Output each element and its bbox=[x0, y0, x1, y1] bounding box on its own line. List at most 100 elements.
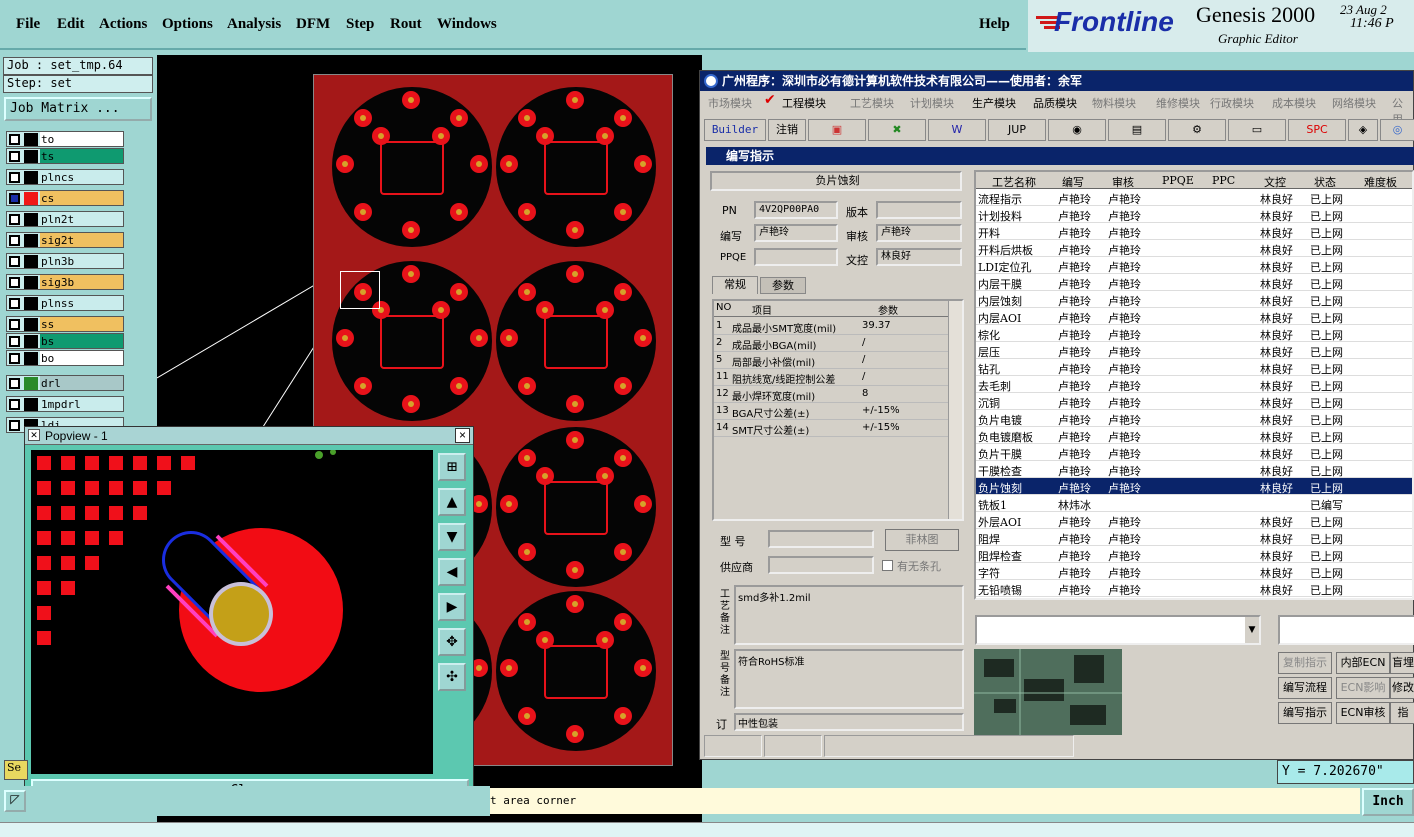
module-10[interactable]: 网络模块 bbox=[1332, 95, 1376, 111]
grid-row[interactable]: 流程指示 卢艳玲 卢艳玲 林良好 已上网 bbox=[976, 189, 1412, 206]
builder-button[interactable]: Builder bbox=[704, 119, 766, 141]
params-row[interactable]: 12 最小焊环宽度(mil) 8 bbox=[714, 386, 948, 403]
settings-icon[interactable]: ⚙ bbox=[1168, 119, 1226, 141]
close-icon[interactable]: × bbox=[455, 428, 470, 443]
layer-row-pln3b[interactable]: pln3b bbox=[6, 253, 124, 269]
combo-right[interactable] bbox=[1278, 615, 1414, 645]
params-row[interactable]: 2 成品最小BGA(mil) / bbox=[714, 335, 948, 352]
layer-row-cs[interactable]: cs bbox=[6, 190, 124, 206]
layer-checkbox[interactable] bbox=[9, 378, 20, 389]
params-row[interactable]: 1 成品最小SMT宽度(mil) 39.37 bbox=[714, 318, 948, 335]
action-button-6[interactable]: 编写指示 bbox=[1278, 702, 1332, 724]
action-button-4[interactable]: ECN影响 bbox=[1336, 677, 1390, 699]
grid-row[interactable]: 开料 卢艳玲 卢艳玲 林良好 已上网 bbox=[976, 223, 1412, 240]
grid-header-cell[interactable]: 工艺名称 bbox=[992, 174, 1036, 190]
grid-row[interactable]: 负片蚀刻 卢艳玲 卢艳玲 林良好 已上网 bbox=[976, 478, 1412, 495]
action-button-3[interactable]: 编写流程 bbox=[1278, 677, 1332, 699]
layer-checkbox[interactable] bbox=[9, 319, 20, 330]
writer-field[interactable]: 卢艳玲 bbox=[754, 224, 838, 242]
supplier-field[interactable] bbox=[768, 556, 874, 574]
grid-header-cell[interactable]: 文控 bbox=[1264, 174, 1286, 190]
layer-checkbox[interactable] bbox=[9, 336, 20, 347]
layer-checkbox[interactable] bbox=[9, 277, 20, 288]
layer-checkbox[interactable] bbox=[9, 235, 20, 246]
layer-checkbox[interactable] bbox=[9, 256, 20, 267]
grid-header-cell[interactable]: 状态 bbox=[1314, 174, 1336, 190]
module-9[interactable]: 成本模块 bbox=[1272, 95, 1316, 111]
layer-checkbox[interactable] bbox=[9, 134, 20, 145]
module-3[interactable]: 计划模块 bbox=[910, 95, 954, 111]
layer-row-to[interactable]: to bbox=[6, 131, 124, 147]
combo-left[interactable]: ▼ bbox=[975, 615, 1261, 645]
grid-header-cell[interactable]: 审核 bbox=[1112, 174, 1134, 190]
printer-icon[interactable]: ▭ bbox=[1228, 119, 1286, 141]
menu-analysis[interactable]: Analysis bbox=[227, 16, 281, 33]
action-button-1[interactable]: 内部ECN bbox=[1336, 652, 1390, 674]
tab-general[interactable]: 常规 bbox=[712, 276, 758, 294]
zoom-out-icon[interactable]: ✣ bbox=[438, 663, 466, 691]
zoom-in-icon[interactable]: ✥ bbox=[438, 628, 466, 656]
menu-step[interactable]: Step bbox=[346, 16, 374, 33]
layer-row-bo[interactable]: bo bbox=[6, 350, 124, 366]
excel-icon[interactable]: ✖ bbox=[868, 119, 926, 141]
model-field[interactable] bbox=[768, 530, 874, 548]
layer-checkbox[interactable] bbox=[9, 353, 20, 364]
layer-checkbox[interactable] bbox=[9, 214, 20, 225]
grid-header-cell[interactable]: PPC bbox=[1212, 174, 1235, 187]
module-7[interactable]: 维修模块 bbox=[1156, 95, 1200, 111]
grid-row[interactable]: 负片干膜 卢艳玲 卢艳玲 林良好 已上网 bbox=[976, 444, 1412, 461]
view-eye-icon[interactable]: ◉ bbox=[1048, 119, 1106, 141]
module-2[interactable]: 工艺模块 bbox=[850, 95, 894, 111]
version-field[interactable] bbox=[876, 201, 962, 219]
process-name-field[interactable]: 负片蚀刻 bbox=[710, 171, 962, 191]
menu-file[interactable]: File bbox=[16, 16, 40, 33]
layer-row-1mpdrl[interactable]: 1mpdrl bbox=[6, 396, 124, 412]
ppt-icon[interactable]: ▣ bbox=[808, 119, 866, 141]
module-1[interactable]: 工程模块 bbox=[782, 95, 826, 111]
grid-row[interactable]: 层压 卢艳玲 卢艳玲 林良好 已上网 bbox=[976, 342, 1412, 359]
grid-row[interactable]: 外层AOI 卢艳玲 卢艳玲 林良好 已上网 bbox=[976, 512, 1412, 529]
grid-row[interactable]: 负片电镀 卢艳玲 卢艳玲 林良好 已上网 bbox=[976, 410, 1412, 427]
ppqe-field[interactable] bbox=[754, 248, 838, 266]
action-button-8[interactable]: 指 bbox=[1390, 702, 1414, 724]
order-note-field[interactable]: 中性包装 bbox=[734, 713, 964, 731]
spc-button[interactable]: SPC bbox=[1288, 119, 1346, 141]
action-button-5[interactable]: 修改 bbox=[1390, 677, 1414, 699]
pan-left-icon[interactable]: ◀ bbox=[438, 558, 466, 586]
grid-row[interactable]: 内层蚀刻 卢艳玲 卢艳玲 林良好 已上网 bbox=[976, 291, 1412, 308]
module-0[interactable]: 市场模块 bbox=[708, 95, 752, 111]
module-8[interactable]: 行政模块 bbox=[1210, 95, 1254, 111]
grid-row[interactable]: 棕化 卢艳玲 卢艳玲 林良好 已上网 bbox=[976, 325, 1412, 342]
grid-row[interactable]: 干膜检查 卢艳玲 卢艳玲 林良好 已上网 bbox=[976, 461, 1412, 478]
process-note-field[interactable]: smd多补1.2mil bbox=[734, 585, 964, 645]
layer-checkbox[interactable] bbox=[9, 151, 20, 162]
layer-checkbox[interactable] bbox=[9, 193, 20, 204]
grid-row[interactable]: 沉铜 卢艳玲 卢艳玲 林良好 已上网 bbox=[976, 393, 1412, 410]
layer-row-drl[interactable]: drl bbox=[6, 375, 124, 391]
layer-row-ss[interactable]: ss bbox=[6, 316, 124, 332]
menu-windows[interactable]: Windows bbox=[437, 16, 497, 33]
model-note-field[interactable]: 符合RoHS标准 bbox=[734, 649, 964, 709]
popview-canvas[interactable] bbox=[31, 450, 433, 774]
units-button[interactable]: Inch bbox=[1362, 788, 1414, 816]
layer-row-ts[interactable]: ts bbox=[6, 148, 124, 164]
word-icon[interactable]: W bbox=[928, 119, 986, 141]
grid-row[interactable]: 负电镀磨板 卢艳玲 卢艳玲 林良好 已上网 bbox=[976, 427, 1412, 444]
params-row[interactable]: 5 局部最小补偿(mil) / bbox=[714, 352, 948, 369]
doc-control-field[interactable]: 林良好 bbox=[876, 248, 962, 266]
reviewer-field[interactable]: 卢艳玲 bbox=[876, 224, 962, 242]
layer-checkbox[interactable] bbox=[9, 420, 20, 431]
layer-row-plnss[interactable]: plnss bbox=[6, 295, 124, 311]
globe-icon[interactable]: ◎ bbox=[1380, 119, 1414, 141]
grid-row[interactable]: 内层AOI 卢艳玲 卢艳玲 林良好 已上网 bbox=[976, 308, 1412, 325]
grid-row[interactable]: 钻孔 卢艳玲 卢艳玲 林良好 已上网 bbox=[976, 359, 1412, 376]
pan-up-icon[interactable]: ▲ bbox=[438, 488, 466, 516]
layer-checkbox[interactable] bbox=[9, 399, 20, 410]
params-scrollbar[interactable] bbox=[948, 301, 962, 519]
menu-edit[interactable]: Edit bbox=[57, 16, 85, 33]
module-6[interactable]: 物料模块 bbox=[1092, 95, 1136, 111]
logout-button[interactable]: 注销 bbox=[768, 119, 806, 141]
grid-header-cell[interactable]: PPQE bbox=[1162, 174, 1194, 187]
chevron-down-icon[interactable]: ▼ bbox=[1245, 617, 1259, 643]
layer-row-plncs[interactable]: plncs bbox=[6, 169, 124, 185]
